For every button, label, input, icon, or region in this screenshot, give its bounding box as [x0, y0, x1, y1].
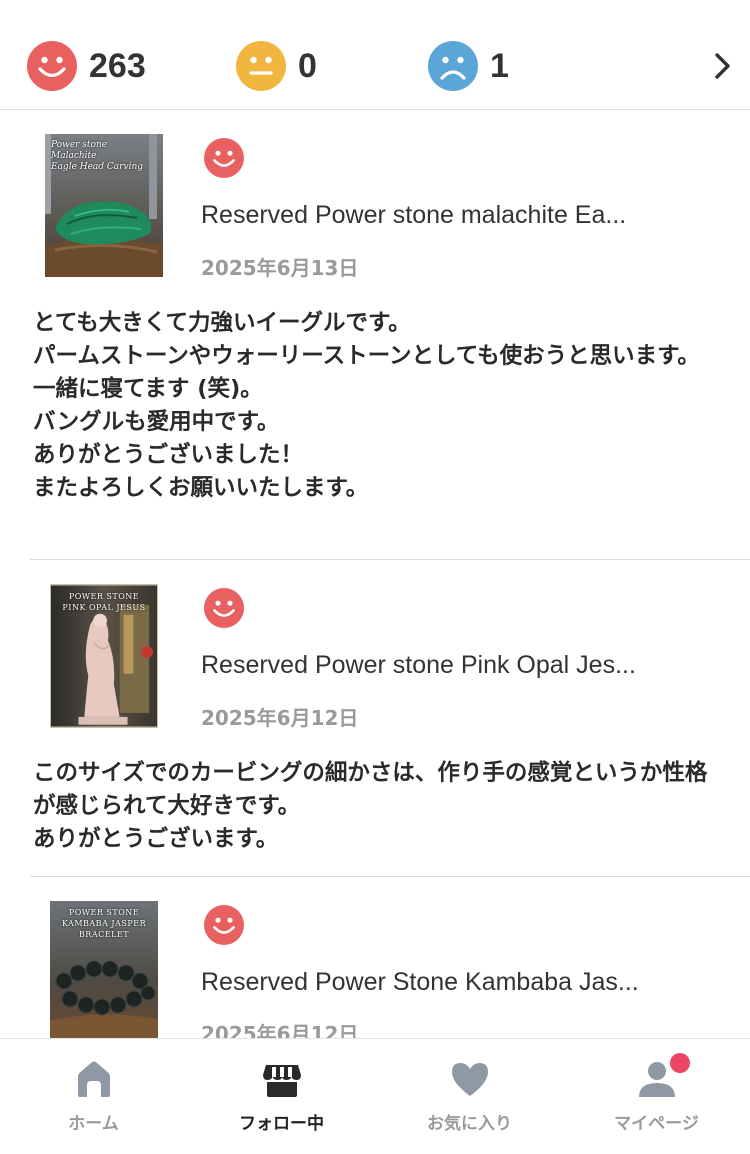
- product-title[interactable]: Reserved Power stone Pink Opal Jes...: [201, 651, 721, 680]
- smile-face-icon: [204, 588, 244, 628]
- rating-summary[interactable]: 263 0 1: [0, 0, 750, 110]
- product-title[interactable]: Reserved Power Stone Kambaba Jas...: [201, 968, 721, 997]
- good-count: 263: [89, 46, 146, 85]
- tab-mypage[interactable]: マイページ: [563, 1039, 750, 1154]
- smile-face-icon: [27, 41, 77, 91]
- divider: [30, 876, 750, 877]
- product-thumbnail[interactable]: POWER STONE PINK OPAL JESUS: [50, 584, 158, 728]
- review-date: 2025年6月13日: [201, 256, 359, 280]
- good-rating-summary: 263: [27, 41, 146, 91]
- divider: [30, 559, 750, 560]
- tab-favorites-label: お気に入り: [427, 1114, 512, 1134]
- smile-face-icon: [204, 138, 244, 178]
- tab-home[interactable]: ホーム: [0, 1039, 187, 1154]
- review-comment: とても大きくて力強いイーグルです。 パームストーンやウォーリーストーンとしても使…: [33, 310, 700, 501]
- notification-dot: [670, 1053, 690, 1073]
- bottom-tab-bar: ホーム フォロー中 お気に入り マイページ: [0, 1038, 750, 1154]
- product-title[interactable]: Reserved Power stone malachite Ea...: [201, 201, 721, 230]
- tab-following[interactable]: フォロー中: [188, 1039, 375, 1154]
- store-icon: [262, 1065, 301, 1097]
- bad-rating-summary: 1: [428, 41, 509, 91]
- chevron-right-icon[interactable]: [712, 50, 734, 82]
- tab-favorites[interactable]: お気に入り: [376, 1039, 563, 1154]
- thumbnail-caption: Power stone Malachite Eagle Head Carving: [51, 140, 143, 172]
- product-thumbnail[interactable]: Power stone Malachite Eagle Head Carving: [45, 134, 163, 277]
- tab-following-label: フォロー中: [239, 1114, 324, 1134]
- review-comment: このサイズでのカービングの細かさは、作り手の感覚というか性格が感じられて大好きで…: [33, 760, 708, 852]
- smile-face-icon: [204, 905, 244, 945]
- thumbnail-caption: POWER STONE PINK OPAL JESUS: [62, 592, 146, 612]
- normal-rating-summary: 0: [236, 41, 317, 91]
- sad-face-icon: [428, 41, 478, 91]
- neutral-face-icon: [236, 41, 286, 91]
- thumbnail-caption: POWER STONE KAMBABA JASPER BRACELET: [61, 908, 147, 939]
- tab-mypage-label: マイページ: [614, 1114, 699, 1134]
- product-thumbnail[interactable]: POWER STONE KAMBABA JASPER BRACELET: [50, 901, 158, 1038]
- review-date: 2025年6月12日: [201, 706, 359, 730]
- home-icon: [77, 1061, 110, 1097]
- bad-count: 1: [490, 46, 509, 85]
- tab-home-label: ホーム: [68, 1114, 119, 1134]
- normal-count: 0: [298, 46, 317, 85]
- heart-icon: [451, 1063, 488, 1096]
